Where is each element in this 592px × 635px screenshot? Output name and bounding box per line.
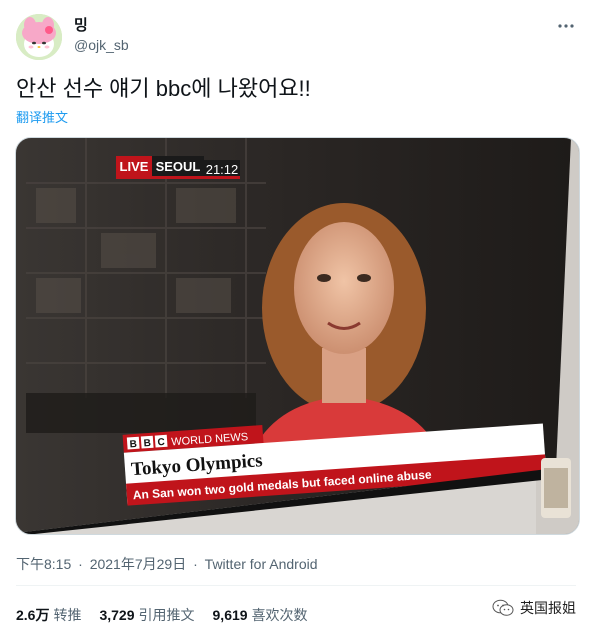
likes-stat[interactable]: 9,619 喜欢次数 [213,605,308,625]
tweet-source[interactable]: Twitter for Android [205,556,318,572]
tweet-stats: 2.6万 转推 3,729 引用推文 9,619 喜欢次数 [16,605,308,625]
user-handle[interactable]: @ojk_sb [74,37,129,53]
ellipsis-icon [558,24,574,28]
avatar[interactable] [16,14,62,60]
likes-count: 9,619 [212,607,248,623]
bbc-letter-1: B [129,439,137,450]
quotes-stat[interactable]: 3,729 引用推文 [99,605,194,625]
likes-label: 喜欢次数 [251,607,308,623]
live-label: LIVE [120,159,149,174]
wechat-icon [492,599,514,616]
watermark-text: 英国报姐 [520,600,576,616]
retweets-stat[interactable]: 2.6万 转推 [16,605,81,625]
cartoon-bunny-avatar-icon [16,14,62,60]
tweet-card: 밍 @ojk_sb 안산 선수 얘기 bbc에 나왔어요!! 翻译推文 LIVE… [0,0,592,635]
tweet-time[interactable]: 下午8:15 [16,556,71,572]
tweet-metadata: 下午8:15 · 2021年7月29日 · Twitter for Androi… [16,556,318,572]
clock-label: 21:12 [206,162,239,177]
tweet-date[interactable]: 2021年7月29日 [90,556,187,572]
quotes-count: 3,729 [99,607,135,623]
retweets-label: 转推 [53,607,82,623]
quotes-label: 引用推文 [138,607,195,623]
location-label: SEOUL [156,159,201,174]
bbc-letter-3: C [157,437,165,448]
tweet-text: 안산 선수 얘기 bbc에 나왔어요!! [16,76,311,101]
watermark: 英国报姐 [492,598,576,618]
tweet-photo[interactable]: LIVE SEOUL 21:12 B B C WORLD NEWS Tokyo … [15,137,580,535]
divider [16,585,576,586]
retweets-count: 2.6万 [16,607,50,623]
more-options-icon[interactable] [556,16,576,36]
tv-screen-photo: LIVE SEOUL 21:12 B B C WORLD NEWS Tokyo … [16,138,579,534]
bbc-letter-2: B [143,438,151,449]
translate-tweet-link[interactable]: 翻译推文 [16,107,68,126]
display-name[interactable]: 밍 [74,14,88,35]
